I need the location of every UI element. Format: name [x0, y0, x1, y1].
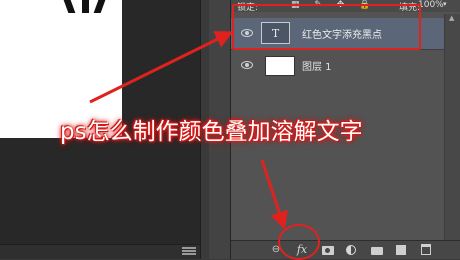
headline-text: ps怎么制作颜色叠加溶解文字	[60, 119, 363, 145]
arrow-to-layer	[89, 31, 234, 104]
arrow-to-fx	[260, 159, 288, 230]
